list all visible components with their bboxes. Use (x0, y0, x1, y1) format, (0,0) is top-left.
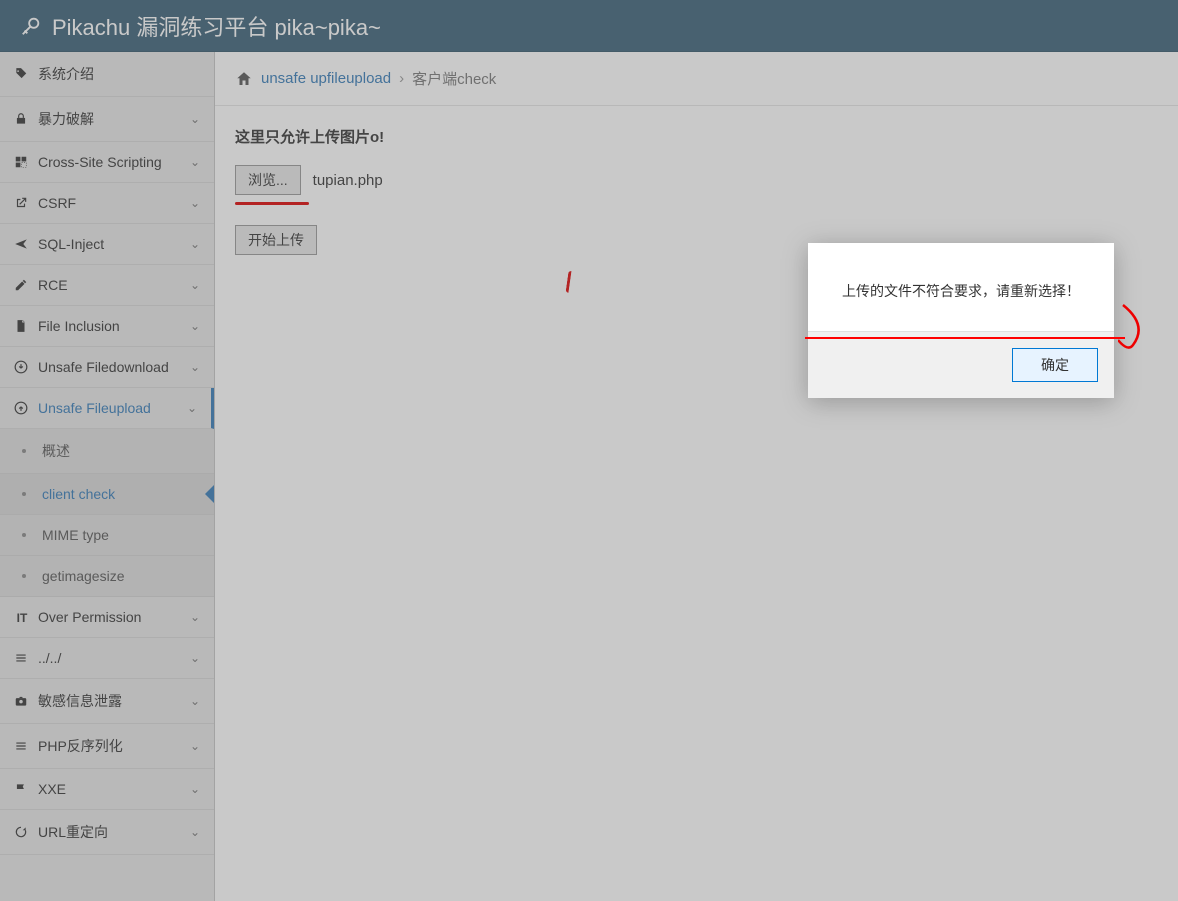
chevron-down-icon: ⌄ (190, 155, 200, 169)
sub-item-0[interactable]: 概述 (0, 429, 214, 474)
app-title: Pikachu 漏洞练习平台 pika~pika~ (52, 10, 381, 42)
sidebar-item-4[interactable]: SQL-Inject⌄ (0, 224, 214, 265)
upload-button[interactable]: 开始上传 (235, 225, 317, 255)
sidebar-item-13[interactable]: XXE⌄ (0, 769, 214, 810)
sidebar-item-0[interactable]: 系统介绍 (0, 52, 214, 97)
it-icon: IT (14, 609, 30, 625)
sidebar-item-7[interactable]: Unsafe Filedownload⌄ (0, 347, 214, 388)
sidebar-item-label: Unsafe Filedownload (38, 359, 190, 375)
sidebar-item-2[interactable]: Cross-Site Scripting⌄ (0, 142, 214, 183)
plane-icon (14, 237, 30, 251)
sub-item-3[interactable]: getimagesize (0, 556, 214, 597)
chevron-down-icon: ⌄ (190, 739, 200, 753)
chevron-down-icon: ⌄ (190, 651, 200, 665)
sidebar-item-12[interactable]: PHP反序列化⌄ (0, 724, 214, 769)
chevron-down-icon: ⌄ (190, 112, 200, 126)
sidebar-item-label: Unsafe Fileupload (38, 400, 187, 416)
sidebar-item-label: 敏感信息泄露 (38, 691, 190, 711)
sidebar-item-label: ../../ (38, 650, 190, 666)
app-header: Pikachu 漏洞练习平台 pika~pika~ (0, 0, 1178, 52)
chevron-down-icon: ⌄ (190, 825, 200, 839)
sidebar-item-11[interactable]: 敏感信息泄露⌄ (0, 679, 214, 724)
sidebar-submenu: 概述client checkMIME typegetimagesize (0, 429, 214, 597)
chevron-down-icon: ⌄ (187, 401, 197, 415)
list-icon (14, 739, 30, 753)
sub-item-2[interactable]: MIME type (0, 515, 214, 556)
refresh-icon (14, 825, 30, 839)
sidebar-item-label: CSRF (38, 195, 190, 211)
alert-ok-button[interactable]: 确定 (1012, 348, 1098, 382)
breadcrumb: unsafe upfileupload › 客户端check (215, 52, 1178, 106)
alert-message: 上传的文件不符合要求，请重新选择！ (808, 243, 1114, 331)
list-icon (14, 651, 30, 665)
sidebar-item-label: Cross-Site Scripting (38, 154, 190, 170)
sidebar-item-8[interactable]: Unsafe Fileupload⌄ (0, 388, 214, 429)
flag-icon (14, 782, 30, 796)
breadcrumb-separator: › (399, 70, 404, 87)
sidebar-item-6[interactable]: File Inclusion⌄ (0, 306, 214, 347)
chevron-down-icon: ⌄ (190, 782, 200, 796)
chevron-down-icon: ⌄ (190, 694, 200, 708)
chevron-down-icon: ⌄ (190, 610, 200, 624)
tag-icon (14, 67, 30, 81)
sidebar-item-14[interactable]: URL重定向⌄ (0, 810, 214, 855)
sidebar-item-label: XXE (38, 781, 190, 797)
share-icon (14, 196, 30, 210)
sidebar-item-label: URL重定向 (38, 822, 190, 842)
sidebar-item-label: SQL-Inject (38, 236, 190, 252)
home-icon[interactable] (235, 70, 253, 88)
breadcrumb-link-upload[interactable]: unsafe upfileupload (261, 70, 391, 87)
sidebar-item-1[interactable]: 暴力破解⌄ (0, 97, 214, 142)
upload-icon (14, 401, 30, 415)
sidebar-item-label: PHP反序列化 (38, 736, 190, 756)
sidebar-item-label: File Inclusion (38, 318, 190, 334)
xss-icon (14, 155, 30, 169)
lock-icon (14, 112, 30, 126)
brand-icon (20, 15, 42, 37)
browse-button[interactable]: 浏览... (235, 165, 301, 195)
download-icon (14, 360, 30, 374)
sidebar: 系统介绍暴力破解⌄Cross-Site Scripting⌄CSRF⌄SQL-I… (0, 52, 215, 901)
chevron-down-icon: ⌄ (190, 237, 200, 251)
sidebar-item-label: 暴力破解 (38, 109, 190, 129)
main-content: unsafe upfileupload › 客户端check 这里只允许上传图片… (215, 52, 1178, 901)
chevron-down-icon: ⌄ (190, 278, 200, 292)
file-icon (14, 319, 30, 333)
pencil-icon (14, 278, 30, 292)
breadcrumb-current: 客户端check (412, 68, 496, 89)
sidebar-item-label: RCE (38, 277, 190, 293)
camera-icon (14, 694, 30, 708)
sub-item-1[interactable]: client check (0, 474, 214, 515)
alert-dialog: 上传的文件不符合要求，请重新选择！ 确定 (808, 243, 1114, 398)
selected-filename: tupian.php (313, 172, 383, 189)
annotation-mark (565, 271, 574, 294)
annotation-curve (1118, 300, 1168, 360)
annotation-line (805, 337, 1125, 339)
sidebar-item-label: 系统介绍 (38, 64, 200, 84)
content-heading: 这里只允许上传图片o! (235, 126, 1158, 147)
chevron-down-icon: ⌄ (190, 360, 200, 374)
sidebar-item-9[interactable]: IT Over Permission⌄ (0, 597, 214, 638)
sidebar-item-10[interactable]: ../../⌄ (0, 638, 214, 679)
sidebar-item-label: Over Permission (38, 609, 190, 625)
chevron-down-icon: ⌄ (190, 196, 200, 210)
sidebar-item-3[interactable]: CSRF⌄ (0, 183, 214, 224)
chevron-down-icon: ⌄ (190, 319, 200, 333)
sidebar-item-5[interactable]: RCE⌄ (0, 265, 214, 306)
